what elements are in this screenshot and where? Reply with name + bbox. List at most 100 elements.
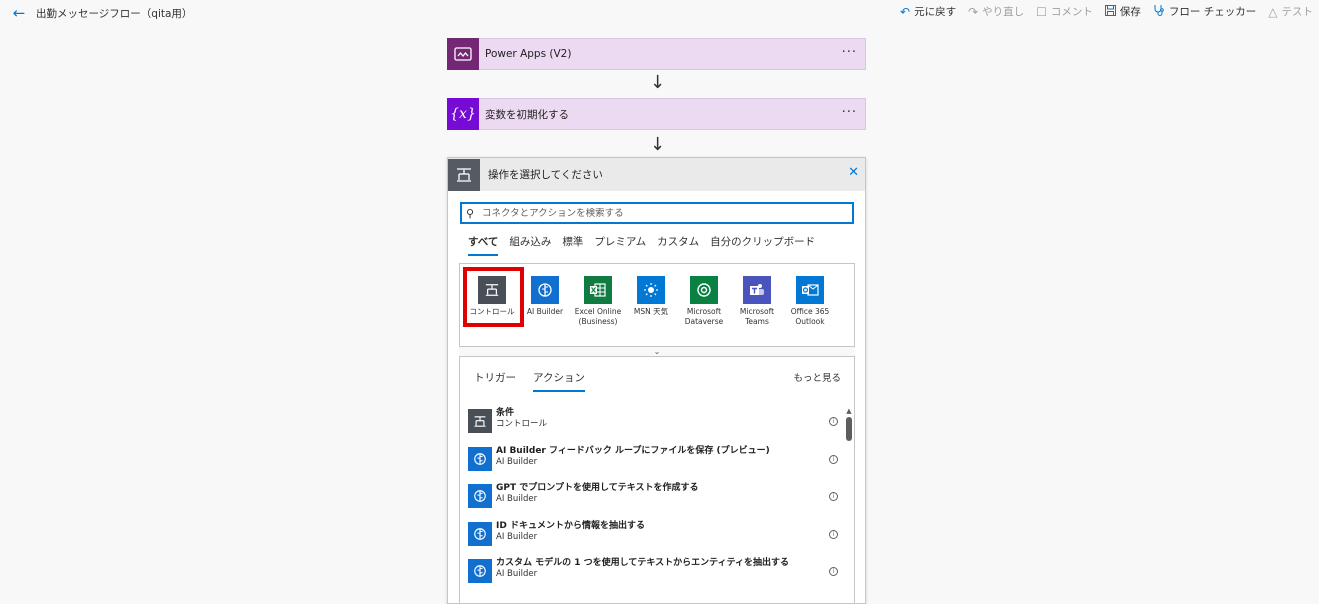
action-item[interactable]: GPT でプロンプトを使用してテキストを作成する AI Builder i <box>468 482 838 520</box>
panel-header: 操作を選択してください ✕ <box>448 158 865 191</box>
control-icon <box>448 158 480 191</box>
connector-excel-online[interactable]: Excel Online (Business) <box>570 264 626 327</box>
flow-checker-button[interactable]: フロー チェッカー <box>1153 4 1256 19</box>
search-icon: ⚲ <box>466 206 475 220</box>
action-text: カスタム モデルの 1 つを使用してテキストからエンティティを抽出する AI B… <box>496 557 789 580</box>
highlight-box <box>463 267 524 327</box>
step-initialize-variable[interactable]: {x} 変数を初期化する ··· <box>447 97 866 130</box>
save-button[interactable]: 保存 <box>1104 4 1141 19</box>
action-connector: AI Builder <box>496 531 538 542</box>
comment-label: コメント <box>1050 6 1093 18</box>
tab-custom[interactable]: カスタム <box>657 234 699 256</box>
top-bar: ← 出勤メッセージフロー（qita用） ↶ 元に戻す ↷ やり直し ☐ コメント… <box>0 0 1319 26</box>
tab-premium[interactable]: プレミアム <box>594 234 646 256</box>
action-name: GPT でプロンプトを使用してテキストを作成する <box>496 483 699 493</box>
flow-checker-label: フロー チェッカー <box>1168 6 1257 18</box>
connector-label: Microsoft Teams <box>739 307 775 326</box>
scroll-up-icon[interactable]: ▲ <box>845 407 853 415</box>
tab-actions[interactable]: アクション <box>533 370 585 392</box>
action-item[interactable]: ID ドキュメントから情報を抽出する AI Builder i <box>468 520 838 558</box>
action-list-scrollbar[interactable]: ▲ <box>845 407 853 603</box>
more-options-icon[interactable]: ··· <box>842 46 857 60</box>
test-button[interactable]: △ テスト <box>1268 4 1313 19</box>
step-name: 変数を初期化する <box>485 108 569 121</box>
flow-title: 出勤メッセージフロー（qita用） <box>36 8 193 20</box>
action-item[interactable]: 条件 コントロール i <box>468 407 838 445</box>
ai-builder-icon <box>468 446 492 471</box>
category-tabs: すべて 組み込み 標準 プレミアム カスタム 自分のクリップボード <box>468 234 826 256</box>
connector-grid: コントロール AI Builder Excel Online (Business… <box>459 263 855 356</box>
connector-ai-builder[interactable]: AI Builder <box>517 264 573 317</box>
action-name: AI Builder フィードバック ループにファイルを保存 (プレビュー) <box>496 445 770 456</box>
step-power-apps[interactable]: Power Apps (V2) ··· <box>447 37 866 70</box>
tab-built-in[interactable]: 組み込み <box>509 234 551 256</box>
info-icon[interactable]: i <box>829 492 838 501</box>
action-connector: AI Builder <box>496 456 538 467</box>
undo-icon: ↶ <box>900 4 911 19</box>
dataverse-icon <box>690 276 718 304</box>
info-icon[interactable]: i <box>829 529 838 539</box>
action-name: カスタム モデルの 1 つを使用してテキストからエンティティを抽出する <box>496 558 790 568</box>
stethoscope-icon <box>1153 4 1165 19</box>
toolbar: ↶ 元に戻す ↷ やり直し ☐ コメント 保存 フロー チェッカー △ テスト <box>900 4 1313 19</box>
undo-button[interactable]: ↶ 元に戻す <box>900 4 956 19</box>
action-connector: コントロール <box>496 419 548 429</box>
info-icon[interactable]: i <box>829 454 838 464</box>
action-item[interactable]: カスタム モデルの 1 つを使用してテキストからエンティティを抽出する AI B… <box>468 557 838 595</box>
teams-icon <box>743 276 771 304</box>
info-icon[interactable]: i <box>829 567 838 576</box>
step-name: Power Apps (V2) <box>485 48 572 60</box>
flask-icon: △ <box>1268 4 1278 19</box>
more-options-icon[interactable]: ··· <box>842 106 857 120</box>
connector-dataverse[interactable]: Microsoft Dataverse <box>676 264 732 327</box>
comment-icon: ☐ <box>1036 4 1047 19</box>
ai-builder-icon <box>468 521 492 546</box>
action-item[interactable]: AI Builder フィードバック ループにファイルを保存 (プレビュー) A… <box>468 445 838 483</box>
ai-builder-icon <box>531 276 559 304</box>
tab-standard[interactable]: 標準 <box>562 234 583 256</box>
see-more-link[interactable]: もっと見る <box>793 370 841 384</box>
outlook-icon <box>796 276 824 304</box>
search-box: ⚲ <box>460 202 854 224</box>
weather-icon <box>637 276 665 304</box>
save-icon <box>1104 4 1116 19</box>
connector-label: Office 365 Outlook <box>790 307 830 326</box>
scrollbar-thumb[interactable] <box>846 417 852 441</box>
tab-triggers[interactable]: トリガー <box>474 370 516 392</box>
ai-builder-icon <box>468 559 492 583</box>
connector-teams[interactable]: Microsoft Teams <box>729 264 785 327</box>
back-arrow-icon[interactable]: ← <box>10 4 28 22</box>
save-label: 保存 <box>1119 6 1141 18</box>
excel-icon <box>584 276 612 304</box>
search-input[interactable] <box>482 207 852 219</box>
connector-label: MSN 天気 <box>633 307 669 316</box>
power-apps-icon <box>447 37 479 70</box>
connector-arrow-icon: ↓ <box>650 72 666 93</box>
action-text: GPT でプロンプトを使用してテキストを作成する AI Builder <box>496 482 698 505</box>
variable-icon: {x} <box>447 97 479 130</box>
close-icon[interactable]: ✕ <box>848 166 859 180</box>
expand-connectors-button[interactable]: ⌄ <box>459 346 855 357</box>
connector-msn-weather[interactable]: MSN 天気 <box>623 264 679 317</box>
control-icon <box>468 409 492 433</box>
redo-button[interactable]: ↷ やり直し <box>968 4 1024 19</box>
action-connector: AI Builder <box>496 494 538 504</box>
action-text: ID ドキュメントから情報を抽出する AI Builder <box>496 520 645 543</box>
chevron-down-icon: ⌄ <box>653 347 661 356</box>
connector-outlook[interactable]: Office 365 Outlook <box>782 264 838 327</box>
trigger-action-tabs: トリガー アクション <box>474 370 602 392</box>
redo-label: やり直し <box>982 6 1025 18</box>
test-label: テスト <box>1281 6 1314 18</box>
tab-all[interactable]: すべて <box>468 234 499 256</box>
choose-operation-panel: 操作を選択してください ✕ ⚲ すべて 組み込み 標準 プレミアム カスタム 自… <box>447 157 866 604</box>
action-list: 条件 コントロール i AI Builder フィードバック ループにファイルを… <box>468 407 838 595</box>
action-text: AI Builder フィードバック ループにファイルを保存 (プレビュー) A… <box>496 445 770 468</box>
tab-my-clipboard[interactable]: 自分のクリップボード <box>710 234 815 256</box>
info-icon[interactable]: i <box>829 417 838 426</box>
action-text: 条件 コントロール <box>496 407 547 430</box>
comment-button[interactable]: ☐ コメント <box>1036 4 1093 19</box>
panel-title: 操作を選択してください <box>488 169 603 181</box>
connector-label: Excel Online (Business) <box>574 307 622 326</box>
connector-arrow-icon: ↓ <box>650 134 666 155</box>
action-name: 条件 <box>496 408 515 418</box>
